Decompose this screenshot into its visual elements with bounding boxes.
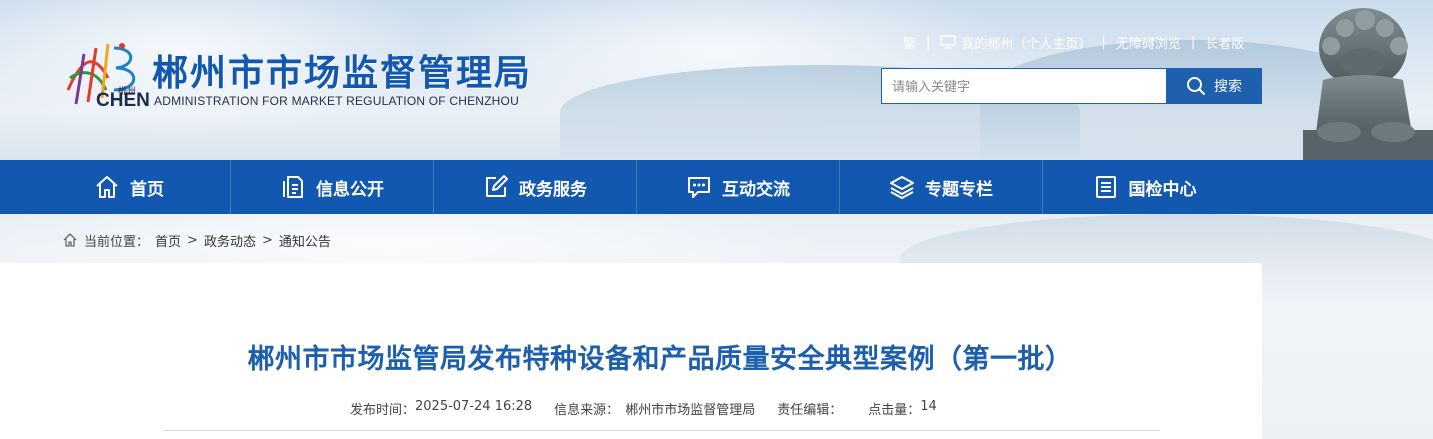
nav-item-inspection-center[interactable]: 国检中心 <box>1043 160 1246 214</box>
monitor-icon <box>940 35 957 49</box>
source-label: 信息来源： <box>554 403 620 418</box>
click-count: 14 <box>920 399 937 414</box>
nav-label: 信息公开 <box>316 179 384 200</box>
site-subtitle: ADMINISTRATION FOR MARKET REGULATION OF … <box>154 94 519 108</box>
breadcrumb-gov-news-link[interactable]: 政务动态 <box>204 231 256 250</box>
nav-label: 专题专栏 <box>925 179 993 200</box>
edit-icon <box>486 175 508 197</box>
nav-label: 互动交流 <box>722 179 790 200</box>
nav-item-info-disclosure[interactable]: 信息公开 <box>231 160 434 214</box>
traditional-chinese-link[interactable]: 繁 <box>903 33 916 52</box>
chat-icon <box>688 177 710 198</box>
breadcrumb-separator: > <box>261 232 273 248</box>
nav-label: 首页 <box>130 179 164 200</box>
site-title[interactable]: 郴州市市场监督管理局 <box>152 44 532 96</box>
article-title: 郴州市市场监管局发布特种设备和产品质量安全典型案例（第一批） <box>247 344 1073 375</box>
logo-text: CHEN <box>96 90 150 111</box>
layers-icon <box>890 176 914 199</box>
search-button[interactable]: 搜索 <box>1166 68 1262 104</box>
publish-time-label: 发布时间： <box>350 403 416 418</box>
list-icon <box>1095 176 1116 198</box>
search-input[interactable] <box>881 68 1167 104</box>
divider: | <box>1101 34 1106 50</box>
breadcrumb: 当前位置： 首页 > 政务动态 > 通知公告 <box>62 230 331 250</box>
nav-item-home[interactable]: 首页 <box>28 160 231 214</box>
publish-time: 2025-07-24 16:28 <box>415 399 533 414</box>
divider: | <box>926 34 931 50</box>
article-meta: 发布时间： 2025-07-24 16:28 信息来源： 郴州市市场监督管理局 … <box>350 399 937 418</box>
main-nav: 首页 信息公开 政务服务 互动交流 专题专栏 国检中心 <box>0 160 1433 214</box>
source: 郴州市市场监督管理局 <box>625 403 756 418</box>
breadcrumb-separator: > <box>187 232 198 248</box>
nav-item-gov-services[interactable]: 政务服务 <box>434 160 637 214</box>
divider-line <box>163 430 1160 431</box>
breadcrumb-notices-link[interactable]: 通知公告 <box>279 231 331 250</box>
my-chenzhou-link[interactable]: 我的郴州（个人主页） <box>940 33 1091 52</box>
elder-version-link[interactable]: 长者版 <box>1205 33 1244 52</box>
search-button-label: 搜索 <box>1214 78 1242 94</box>
editor-label: 责任编辑： <box>777 403 843 418</box>
nav-item-interaction[interactable]: 互动交流 <box>637 160 840 214</box>
nav-item-special-topics[interactable]: 专题专栏 <box>840 160 1043 214</box>
my-chenzhou-label: 我的郴州（个人主页） <box>961 36 1092 52</box>
breadcrumb-prefix: 当前位置： <box>84 234 150 250</box>
top-links: 繁 | 我的郴州（个人主页） | 无障碍浏览 | 长者版 <box>903 32 1244 52</box>
stone-lion-image <box>1303 8 1433 160</box>
divider: | <box>1190 34 1196 50</box>
clicks-label: 点击量： <box>868 403 921 418</box>
home-icon <box>96 176 118 198</box>
home-icon <box>63 233 77 247</box>
document-icon <box>283 176 303 198</box>
nav-label: 国检中心 <box>1128 179 1197 200</box>
site-header: 郴州 CHEN 郴州市市场监督管理局 ADMINISTRATION FOR MA… <box>0 0 1433 160</box>
breadcrumb-home-link[interactable]: 首页 <box>155 231 181 250</box>
nav-label: 政务服务 <box>519 179 587 200</box>
search-icon <box>1187 77 1205 95</box>
accessible-browsing-link[interactable]: 无障碍浏览 <box>1116 33 1181 52</box>
